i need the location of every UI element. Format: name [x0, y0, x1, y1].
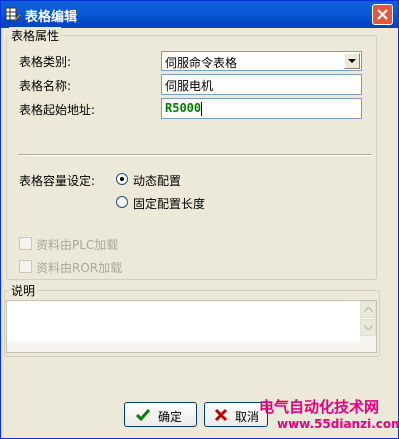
close-icon: [377, 9, 388, 20]
table-edit-icon: [5, 7, 21, 22]
plc-load-label: 资料由PLC加载: [36, 238, 119, 252]
watermark-title: 电气自动化技术网: [259, 398, 380, 416]
horizontal-scrollbar[interactable]: [7, 342, 360, 352]
ror-load-checkbox[interactable]: [19, 260, 32, 273]
ror-load-label: 资料由ROR加载: [36, 261, 123, 275]
ok-button[interactable]: 确定: [124, 402, 197, 427]
chevron-up-icon: [364, 307, 373, 312]
radio-dynamic[interactable]: [116, 173, 128, 185]
cross-icon: [214, 408, 228, 422]
scroll-up-button[interactable]: [360, 301, 376, 318]
scroll-down-button[interactable]: [360, 319, 376, 336]
watermark-url: www.55dianzi.com: [277, 417, 399, 431]
radio-fixed-label[interactable]: 固定配置长度: [133, 195, 205, 212]
cancel-label: 取消: [235, 410, 260, 424]
radio-fixed[interactable]: [116, 196, 128, 208]
description-textarea[interactable]: [6, 300, 377, 353]
dropdown-button[interactable]: [344, 53, 360, 69]
capacity-label: 表格容量设定:: [19, 174, 96, 188]
table-name-input[interactable]: 伺服电机: [161, 74, 362, 95]
table-type-value: 伺服命令表格: [165, 56, 238, 70]
start-address-value: R5000: [165, 101, 202, 115]
vertical-scrollbar[interactable]: [360, 301, 376, 352]
table-type-select[interactable]: 伺服命令表格: [161, 51, 362, 71]
start-address-label: 表格起始地址:: [19, 103, 96, 117]
radio-dynamic-label[interactable]: 动态配置: [133, 172, 181, 189]
title-bar[interactable]: 表格编辑: [1, 1, 398, 28]
close-button[interactable]: [372, 4, 393, 25]
table-name-label: 表格名称:: [19, 79, 72, 93]
table-name-value: 伺服电机: [165, 79, 214, 93]
description-group-label: 说明: [9, 282, 38, 299]
table-type-label: 表格类别:: [19, 55, 72, 69]
ok-label: 确定: [158, 410, 183, 424]
plc-load-checkbox[interactable]: [19, 237, 32, 250]
text-cursor: [201, 101, 203, 116]
start-address-input[interactable]: R5000: [161, 98, 362, 119]
properties-group-label: 表格属性: [9, 27, 62, 44]
checkmark-icon: [135, 409, 151, 422]
window-title: 表格编辑: [25, 10, 78, 25]
dialog-window: 表格编辑 表格属性 表格类别: 伺服命令表格 表格名称: 伺服电机 表格起始地址…: [0, 0, 399, 439]
separator: [18, 154, 371, 156]
chevron-down-icon: [348, 59, 356, 63]
chevron-down-icon: [364, 325, 373, 330]
